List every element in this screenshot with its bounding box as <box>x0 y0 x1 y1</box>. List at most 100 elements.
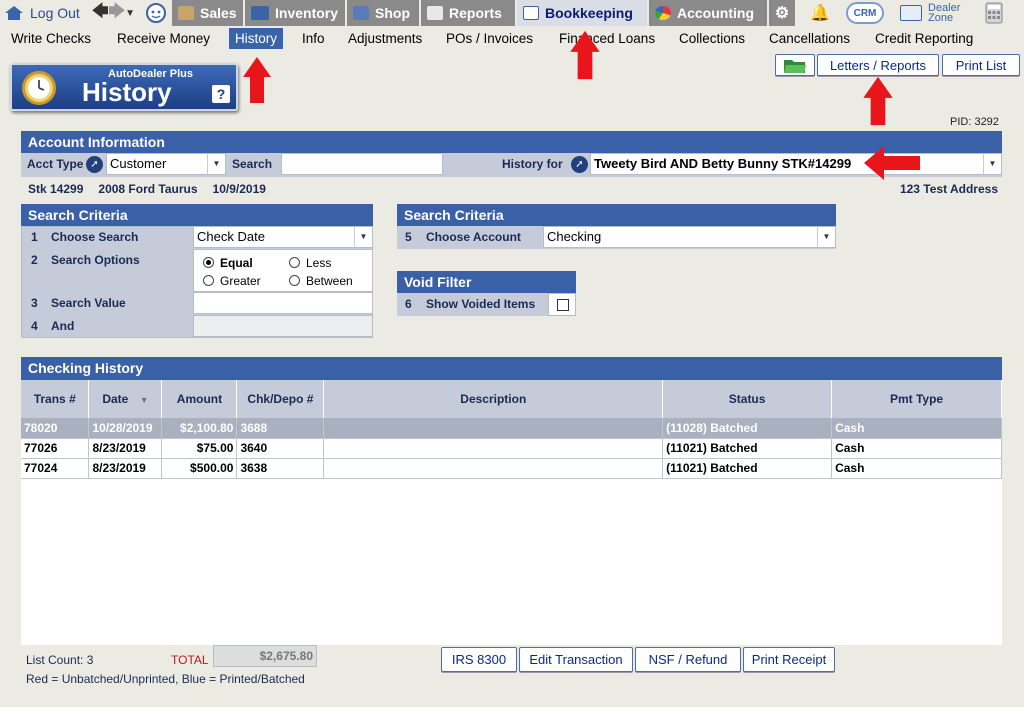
choose-account-select[interactable]: Checking ▼ <box>543 226 836 248</box>
tab-cancellations[interactable]: Cancellations <box>769 31 850 46</box>
print-list-button[interactable]: Print List <box>942 54 1020 76</box>
show-voided-checkbox[interactable] <box>557 299 569 311</box>
choose-search-label: Choose Search <box>51 230 139 244</box>
nav-inventory[interactable]: Inventory <box>245 0 345 26</box>
cell-description <box>323 418 664 439</box>
col-pmt-type[interactable]: Pmt Type <box>831 380 1002 418</box>
car-icon <box>251 6 269 20</box>
cell-date: 8/23/2019 <box>88 458 163 479</box>
cell-chk: 3640 <box>236 438 325 459</box>
open-folder-button[interactable] <box>775 54 815 76</box>
option-greater[interactable]: Greater <box>203 274 261 288</box>
cell-chk: 3688 <box>236 418 325 439</box>
col-status[interactable]: Status <box>662 380 833 418</box>
nav-sales[interactable]: Sales <box>172 0 243 26</box>
choose-account-label: Choose Account <box>426 230 521 244</box>
radio-icon[interactable] <box>289 275 300 286</box>
cell-description <box>323 458 664 479</box>
radio-icon[interactable] <box>289 257 300 268</box>
col-chk-depo[interactable]: Chk/Depo # <box>236 380 325 418</box>
tab-info[interactable]: Info <box>302 31 325 46</box>
option-between[interactable]: Between <box>289 274 353 288</box>
bell-icon[interactable]: 🔔 <box>810 0 830 26</box>
col-description[interactable]: Description <box>323 380 664 418</box>
nsf-refund-button[interactable]: NSF / Refund <box>635 647 741 672</box>
dealer-zone-link[interactable]: Dealer Zone <box>900 0 960 26</box>
forward-arrow-icon[interactable]: 🡆 <box>109 0 126 27</box>
nav-bookkeeping[interactable]: Bookkeeping <box>517 0 647 26</box>
tab-receive-money[interactable]: Receive Money <box>117 31 210 46</box>
chevron-down-icon[interactable]: ▼ <box>817 227 835 247</box>
history-for-lookup-icon[interactable]: ➚ <box>571 156 588 173</box>
back-forward-nav[interactable]: 🡄 🡆 ▼ <box>92 0 135 26</box>
cell-amount: $500.00 <box>161 458 238 479</box>
search-value-input[interactable] <box>193 292 373 314</box>
cell-trans: 77026 <box>21 438 90 459</box>
settings-gear-icon[interactable]: ⚙ <box>769 0 795 26</box>
history-for-select[interactable]: Tweety Bird AND Betty Bunny STK#14299 ▼ <box>590 153 1002 175</box>
tab-history[interactable]: History <box>229 28 284 49</box>
void-filter-header: Void Filter <box>397 271 576 293</box>
option-less[interactable]: Less <box>289 256 331 270</box>
and-value-input[interactable] <box>193 315 373 337</box>
top-nav: Log Out 🡄 🡆 ▼ Sales Inventory Shop Reports… <box>0 0 1024 27</box>
row-number-6: 6 <box>405 297 412 311</box>
chevron-down-icon[interactable]: ▼ <box>983 154 1001 174</box>
col-date[interactable]: Date ▼ <box>88 380 163 418</box>
chevron-down-icon[interactable]: ▼ <box>354 227 372 247</box>
help-button[interactable]: ? <box>212 85 230 103</box>
history-badge: AutoDealer Plus History ? <box>10 63 238 111</box>
logout-link[interactable]: Log Out <box>4 0 80 26</box>
radio-icon[interactable] <box>203 275 214 286</box>
acct-type-select[interactable]: Customer ▼ <box>106 153 226 175</box>
irs-8300-button[interactable]: IRS 8300 <box>441 647 517 672</box>
nav-accounting[interactable]: Accounting <box>649 0 767 26</box>
cell-date: 10/28/2019 <box>88 418 163 439</box>
chevron-down-icon[interactable]: ▼ <box>207 154 225 174</box>
tab-write-checks[interactable]: Write Checks <box>11 31 91 46</box>
table-row[interactable]: 77026 8/23/2019 $75.00 3640 (11021) Batc… <box>21 438 1002 459</box>
salesperson-icon <box>178 6 194 20</box>
folder-icon <box>784 60 806 73</box>
letters-reports-button[interactable]: Letters / Reports <box>817 54 939 76</box>
cell-pmt-type: Cash <box>831 418 1002 439</box>
account-search-input[interactable] <box>281 153 443 175</box>
sub-nav: Write Checks Receive Money History Info … <box>0 28 1024 50</box>
user-face-icon[interactable] <box>145 0 169 26</box>
cell-description <box>323 438 664 459</box>
search-criteria-header: Search Criteria <box>21 204 373 226</box>
nav-shop[interactable]: Shop <box>347 0 419 26</box>
tab-collections[interactable]: Collections <box>679 31 745 46</box>
nav-reports[interactable]: Reports <box>421 0 515 26</box>
clock-icon <box>22 71 56 105</box>
show-voided-checkbox-cell <box>548 293 576 316</box>
crm-cloud-icon[interactable]: CRM <box>846 0 884 26</box>
table-row[interactable]: 78020 10/28/2019 $2,100.80 3688 (11028) … <box>21 418 1002 439</box>
option-equal[interactable]: Equal <box>203 256 253 270</box>
list-count: List Count: 3 <box>26 653 94 667</box>
and-label: And <box>51 319 75 333</box>
book-icon <box>523 6 539 20</box>
back-arrow-icon[interactable]: 🡄 <box>92 0 109 27</box>
cell-status: (11028) Batched <box>662 418 833 439</box>
tab-pos-invoices[interactable]: POs / Invoices <box>446 31 533 46</box>
total-value: $2,675.80 <box>213 645 317 667</box>
col-amount[interactable]: Amount <box>161 380 238 418</box>
wrench-icon <box>353 6 369 20</box>
edit-transaction-button[interactable]: Edit Transaction <box>519 647 633 672</box>
radio-checked-icon[interactable] <box>203 257 214 268</box>
print-receipt-button[interactable]: Print Receipt <box>743 647 835 672</box>
row-number-2: 2 <box>31 253 38 267</box>
search-label: Search <box>232 157 273 171</box>
search-value-label: Search Value <box>51 296 126 310</box>
history-table: Trans # Date ▼ Amount Chk/Depo # Descrip… <box>21 380 1002 479</box>
home-icon <box>4 5 24 21</box>
col-trans[interactable]: Trans # <box>21 380 90 418</box>
calculator-icon[interactable] <box>985 0 1003 26</box>
tab-credit-reporting[interactable]: Credit Reporting <box>875 31 973 46</box>
tab-adjustments[interactable]: Adjustments <box>348 31 422 46</box>
acct-type-lookup-icon[interactable]: ➚ <box>86 156 103 173</box>
chevron-down-icon[interactable]: ▼ <box>125 8 135 19</box>
choose-search-select[interactable]: Check Date ▼ <box>193 226 373 248</box>
table-row[interactable]: 77024 8/23/2019 $500.00 3638 (11021) Bat… <box>21 458 1002 479</box>
